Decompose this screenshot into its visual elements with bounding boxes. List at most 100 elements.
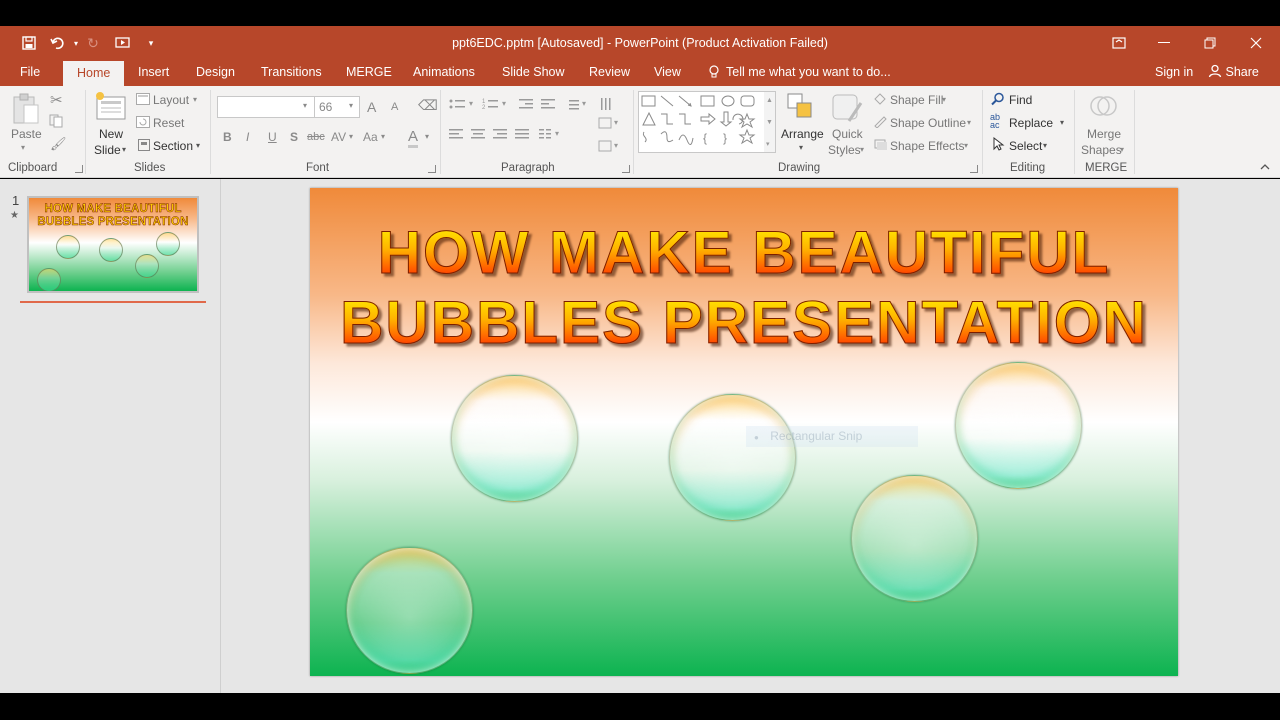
tab-home[interactable]: Home: [63, 61, 125, 86]
clear-formatting-icon[interactable]: ⌫: [418, 97, 438, 114]
slide-title-line-1[interactable]: HOW MAKE BEAUTIFUL: [310, 218, 1178, 287]
shape-outline-icon[interactable]: [873, 115, 888, 131]
strikethrough-button[interactable]: abc: [307, 131, 325, 143]
character-spacing-button[interactable]: AV: [331, 130, 346, 144]
shape-fill-dropdown-icon[interactable]: ▾: [942, 95, 946, 104]
quick-styles-icon[interactable]: [831, 93, 865, 128]
new-slide-label-1[interactable]: New: [99, 127, 123, 141]
tab-merge[interactable]: MERGE: [346, 65, 392, 79]
format-painter-icon[interactable]: 🖌: [50, 136, 67, 152]
bubble-shape[interactable]: [955, 362, 1082, 489]
slide-thumbnail[interactable]: HOW MAKE BEAUTIFUL BUBBLES PRESENTATION: [27, 196, 199, 293]
clipboard-launcher-icon[interactable]: [75, 165, 83, 173]
font-size-input[interactable]: 66: [314, 96, 360, 118]
paragraph-launcher-icon[interactable]: [622, 165, 630, 173]
bold-button[interactable]: B: [223, 130, 232, 144]
arrange-dropdown-icon[interactable]: ▾: [799, 143, 803, 152]
reset-icon[interactable]: [136, 116, 150, 131]
font-name-dropdown-icon[interactable]: ▾: [303, 101, 307, 110]
share-button[interactable]: Share: [1208, 64, 1259, 79]
shape-effects-dropdown-icon[interactable]: ▾: [964, 141, 968, 150]
change-case-dropdown-icon[interactable]: ▾: [381, 132, 385, 141]
arrange-button[interactable]: Arrange: [781, 127, 824, 141]
grow-font-button[interactable]: A: [367, 99, 376, 115]
copy-icon[interactable]: [49, 114, 65, 131]
ribbon-display-options-icon[interactable]: [1109, 33, 1129, 53]
italic-button[interactable]: I: [246, 130, 249, 144]
tab-view[interactable]: View: [654, 65, 681, 79]
collapse-ribbon-icon[interactable]: [1260, 162, 1270, 173]
drawing-launcher-icon[interactable]: [970, 165, 978, 173]
tab-file[interactable]: File: [20, 65, 40, 79]
paste-dropdown-icon[interactable]: ▾: [21, 143, 25, 152]
shape-effects-button[interactable]: Shape Effects: [890, 139, 965, 153]
close-icon[interactable]: [1246, 33, 1266, 53]
shrink-font-button[interactable]: A: [391, 101, 398, 113]
select-icon[interactable]: [993, 136, 1005, 154]
merge-shapes-label-1[interactable]: Merge: [1087, 127, 1121, 141]
character-spacing-dropdown-icon[interactable]: ▾: [349, 132, 353, 141]
arrange-icon[interactable]: [785, 91, 817, 126]
select-dropdown-icon[interactable]: ▾: [1043, 141, 1047, 150]
shape-fill-button[interactable]: Shape Fill: [890, 93, 943, 107]
cut-icon[interactable]: ✂: [50, 91, 63, 109]
replace-dropdown-icon[interactable]: ▾: [1060, 118, 1064, 127]
font-name-input[interactable]: [217, 96, 315, 118]
paste-icon[interactable]: [11, 92, 41, 129]
select-button[interactable]: Select: [1009, 139, 1042, 153]
find-icon[interactable]: [991, 92, 1005, 109]
shape-outline-button[interactable]: Shape Outline: [890, 116, 966, 130]
text-shadow-button[interactable]: S: [290, 130, 298, 144]
merge-shapes-icon[interactable]: [1088, 92, 1120, 127]
sign-in-link[interactable]: Sign in: [1155, 65, 1193, 79]
snip-overlay: ● Rectangular Snip: [746, 426, 918, 447]
shape-outline-dropdown-icon[interactable]: ▾: [967, 118, 971, 127]
slide-title-line-2[interactable]: BUBBLES PRESENTATION: [310, 288, 1178, 357]
tab-insert[interactable]: Insert: [138, 65, 169, 79]
section-dropdown-icon[interactable]: ▾: [196, 141, 200, 150]
shapes-gallery[interactable]: {} ▲ ▼ ▾: [638, 91, 776, 153]
tab-transitions[interactable]: Transitions: [261, 65, 322, 79]
tell-me-search[interactable]: Tell me what you want to do...: [726, 65, 891, 79]
slide-canvas[interactable]: HOW MAKE BEAUTIFUL BUBBLES PRESENTATION …: [310, 188, 1178, 676]
underline-button[interactable]: U: [268, 130, 277, 144]
new-slide-label-2[interactable]: Slide: [94, 143, 121, 157]
change-case-button[interactable]: Aa: [363, 130, 378, 144]
font-launcher-icon[interactable]: [428, 165, 436, 173]
font-color-dropdown-icon[interactable]: ▾: [425, 132, 429, 141]
replace-button[interactable]: Replace: [1009, 116, 1053, 130]
shape-effects-icon[interactable]: [873, 138, 888, 154]
quick-styles-label-2[interactable]: Styles: [828, 143, 861, 157]
paste-button[interactable]: Paste: [11, 127, 42, 141]
shape-fill-icon[interactable]: [873, 92, 888, 108]
new-slide-icon[interactable]: [95, 92, 127, 125]
tab-review[interactable]: Review: [589, 65, 630, 79]
layout-icon[interactable]: [136, 93, 150, 108]
bubble-shape[interactable]: [451, 375, 578, 502]
find-button[interactable]: Find: [1009, 93, 1032, 107]
bubble-shape[interactable]: [346, 547, 473, 674]
font-size-dropdown-icon[interactable]: ▾: [349, 101, 353, 110]
minimize-icon[interactable]: [1154, 33, 1174, 53]
merge-shapes-label-2[interactable]: Shapes: [1081, 143, 1122, 157]
svg-text:▲: ▲: [766, 97, 773, 104]
section-icon[interactable]: [138, 139, 150, 154]
bubble-shape[interactable]: [851, 475, 978, 602]
reset-button[interactable]: Reset: [153, 116, 184, 130]
paragraph-controls[interactable]: ▾ 1 2 ▾ ▾ ▾ ▾ ▾: [447, 96, 637, 164]
quick-styles-label-1[interactable]: Quick: [832, 127, 863, 141]
tab-animations[interactable]: Animations: [413, 65, 475, 79]
quick-styles-dropdown-icon[interactable]: ▾: [860, 145, 864, 154]
merge-shapes-dropdown-icon[interactable]: ▾: [1120, 145, 1124, 154]
thumbnail-bubble: [99, 238, 123, 262]
tab-slide-show[interactable]: Slide Show: [502, 65, 565, 79]
restore-icon[interactable]: [1200, 33, 1220, 53]
section-button[interactable]: Section: [153, 139, 193, 153]
tab-design[interactable]: Design: [196, 65, 235, 79]
font-color-button[interactable]: A: [408, 128, 419, 148]
replace-icon[interactable]: ab ac: [990, 113, 1000, 130]
layout-button[interactable]: Layout: [153, 93, 189, 107]
bubble-shape[interactable]: [669, 394, 796, 521]
layout-dropdown-icon[interactable]: ▾: [193, 95, 197, 104]
new-slide-dropdown-icon[interactable]: ▾: [122, 145, 126, 154]
